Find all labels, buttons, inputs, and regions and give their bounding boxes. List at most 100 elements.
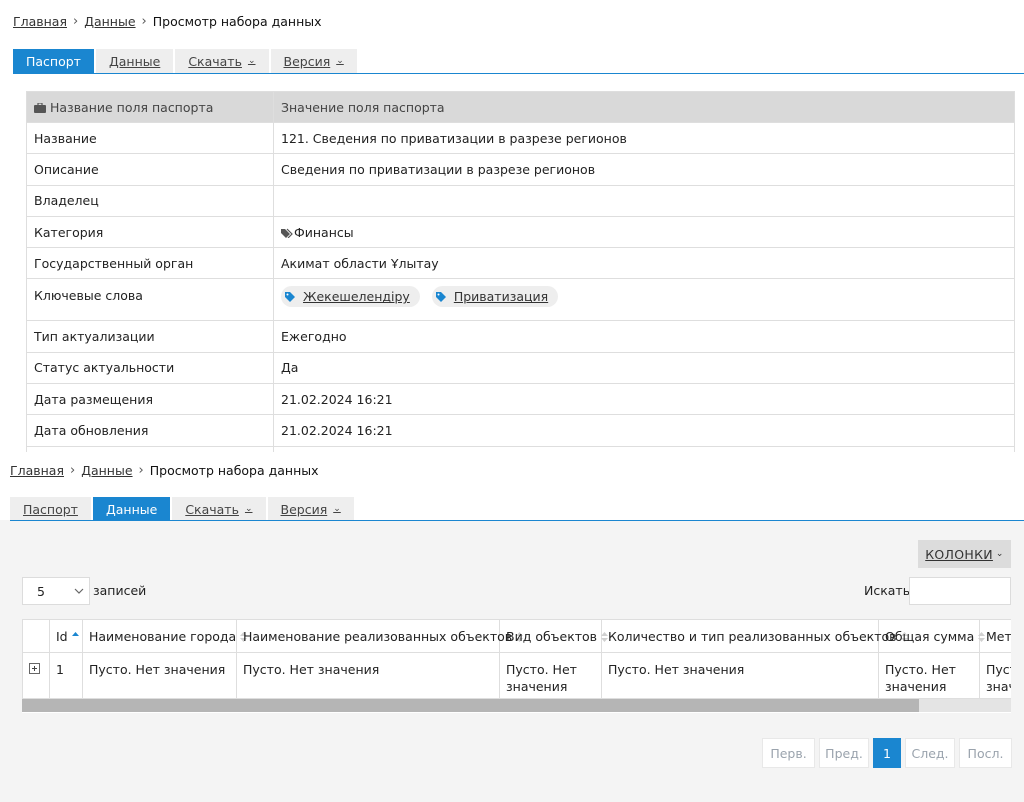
breadcrumb-data[interactable]: Данные xyxy=(84,14,135,29)
passport-row: Дата обновления 21.02.2024 16:21 xyxy=(26,414,1015,447)
tab-passport-label: Паспорт xyxy=(23,501,78,517)
horizontal-scrollbar[interactable] xyxy=(22,699,1011,712)
tab-bar: Паспорт Данные Скачать ⌄ Версия ⌄ xyxy=(13,49,357,73)
table-cell: 1 xyxy=(49,652,83,699)
keyword-chip[interactable]: Приватизация xyxy=(431,286,559,308)
column-header-label: Наименование реализованных объектов xyxy=(243,628,513,644)
passport-key: Название xyxy=(26,121,274,155)
passport-value xyxy=(273,184,1015,217)
passport-key: Ключевые слова xyxy=(26,278,274,322)
table-cell: Пусто. Нет значения xyxy=(499,652,602,699)
passport-header-row: Название поля паспорта Значение поля пас… xyxy=(26,91,1015,123)
keywords-cell: Жекешелендіру Приватизация xyxy=(273,278,1015,322)
tab-data[interactable]: Данные xyxy=(95,49,174,73)
column-header[interactable]: Наименование реализованных объектов xyxy=(236,619,524,653)
sort-icon xyxy=(601,632,609,642)
keyword-chip[interactable]: Жекешелендіру xyxy=(281,286,420,308)
column-header[interactable]: Наименование города xyxy=(82,619,248,653)
chevron-right-icon: › xyxy=(138,463,144,478)
table-cell: Пусто. Нет значения xyxy=(601,652,879,699)
tab-version[interactable]: Версия ⌄ xyxy=(267,497,354,521)
page-prev-button[interactable]: Пред. xyxy=(819,738,869,768)
chevron-down-icon: ⌄ xyxy=(995,549,1004,559)
sort-icon xyxy=(978,632,986,642)
column-header-label: Общая сумма xyxy=(885,628,975,644)
data-table-header-row: Id Наименование города Наименование реал… xyxy=(22,619,1011,653)
tab-version[interactable]: Версия ⌄ xyxy=(270,49,357,73)
chevron-down-icon: ⌄ xyxy=(247,56,256,66)
chevron-down-icon: ⌄ xyxy=(333,504,341,514)
passport-key: Дата размещения xyxy=(26,383,274,416)
passport-value: Сведения по приватизации в разрезе регио… xyxy=(273,153,1015,186)
column-header-label: Наименование города xyxy=(89,628,237,644)
passport-header-value: Значение поля паспорта xyxy=(273,91,1015,123)
page-first-button[interactable]: Перв. xyxy=(762,738,815,768)
chevron-right-icon: › xyxy=(141,14,147,29)
briefcase-icon xyxy=(34,103,46,113)
passport-value: 21.02.2024 16:21 xyxy=(273,383,1015,416)
breadcrumb: Главная › Данные › Просмотр набора данны… xyxy=(13,14,322,29)
tab-passport[interactable]: Паспорт xyxy=(13,49,94,73)
page-number-button[interactable]: 1 xyxy=(873,738,901,768)
breadcrumb-home[interactable]: Главная xyxy=(13,14,67,29)
passport-value: Да xyxy=(273,351,1015,385)
tab-download[interactable]: Скачать ⌄ xyxy=(172,497,266,521)
chevron-right-icon: › xyxy=(73,14,79,29)
tag-icon xyxy=(285,291,295,302)
tab-underline xyxy=(13,73,1024,74)
columns-button[interactable]: КОЛОНКИ ⌄ xyxy=(918,540,1011,568)
passport-key: Государственный орган xyxy=(26,247,274,280)
keyword-label: Жекешелендіру xyxy=(303,289,410,305)
column-header[interactable]: Id xyxy=(49,619,83,653)
search-input[interactable] xyxy=(909,577,1011,605)
passport-row: Дата размещения 21.02.2024 16:21 xyxy=(26,383,1015,416)
page-last-button[interactable]: Посл. xyxy=(959,738,1012,768)
column-header[interactable]: Вид объектов xyxy=(499,619,609,653)
page-next-button[interactable]: След. xyxy=(905,738,955,768)
page-length-value: 5 xyxy=(37,583,45,599)
table-cell: Пусто. Нет значения xyxy=(236,652,500,699)
passport-header-key: Название поля паспорта xyxy=(26,91,274,123)
tag-icon xyxy=(435,291,446,302)
passport-row: Государственный орган Акимат области Ұлы… xyxy=(26,247,1015,280)
tab-data[interactable]: Данные xyxy=(92,497,171,521)
pagination: Перв. Пред. 1 След. Посл. xyxy=(762,738,1012,768)
breadcrumb-data[interactable]: Данные xyxy=(81,463,132,478)
table-cell: Пусто. Нет значения xyxy=(82,652,237,699)
column-header-label: Id xyxy=(56,628,68,644)
chevron-down-icon: ⌄ xyxy=(244,504,253,514)
tab-download-label: Скачать xyxy=(185,501,239,517)
passport-header-key-label: Название поля паспорта xyxy=(49,99,214,115)
tab-version-label: Версия xyxy=(280,501,328,517)
tab-download-label: Скачать xyxy=(188,53,242,69)
column-header[interactable]: Количество и тип реализованных объектов xyxy=(601,619,908,653)
chevron-down-icon xyxy=(74,588,84,594)
page-length-label: записей xyxy=(93,583,147,598)
passport-row: Владелец xyxy=(26,184,1015,217)
data-table: Id Наименование города Наименование реал… xyxy=(22,619,1011,699)
passport-table: Название поля паспорта Значение поля пас… xyxy=(26,91,1015,452)
passport-row: Тип актуализации Ежегодно xyxy=(26,320,1015,353)
passport-value: Акимат области Ұлытау xyxy=(273,247,1015,280)
passport-key: Категория xyxy=(26,215,274,249)
breadcrumb: Главная › Данные › Просмотр набора данны… xyxy=(10,463,319,478)
tab-passport[interactable]: Паспорт xyxy=(10,497,91,521)
chevron-down-icon: ⌄ xyxy=(336,56,344,66)
tab-data-label: Данные xyxy=(108,53,161,69)
tab-download[interactable]: Скачать ⌄ xyxy=(175,49,269,73)
passport-key: Владелец xyxy=(26,184,274,217)
scrollbar-thumb[interactable] xyxy=(22,699,919,712)
column-header[interactable]: Общая сумма xyxy=(878,619,986,653)
expand-row-icon[interactable] xyxy=(29,663,40,674)
breadcrumb-home[interactable]: Главная xyxy=(10,463,64,478)
keyword-label: Приватизация xyxy=(453,289,549,305)
passport-key: Дата обновления xyxy=(26,414,274,447)
tab-bar: Паспорт Данные Скачать ⌄ Версия ⌄ xyxy=(10,497,354,521)
passport-row: Категория Финансы xyxy=(26,215,1015,249)
passport-key: Тип актуализации xyxy=(26,320,274,353)
column-header-label: Вид объектов xyxy=(506,628,598,644)
passport-row: Описание Сведения по приватизации в разр… xyxy=(26,153,1015,186)
page-length-select[interactable]: 5 xyxy=(22,577,90,605)
passport-panel: Главная › Данные › Просмотр набора данны… xyxy=(0,0,1024,452)
expand-column-header xyxy=(22,619,50,653)
